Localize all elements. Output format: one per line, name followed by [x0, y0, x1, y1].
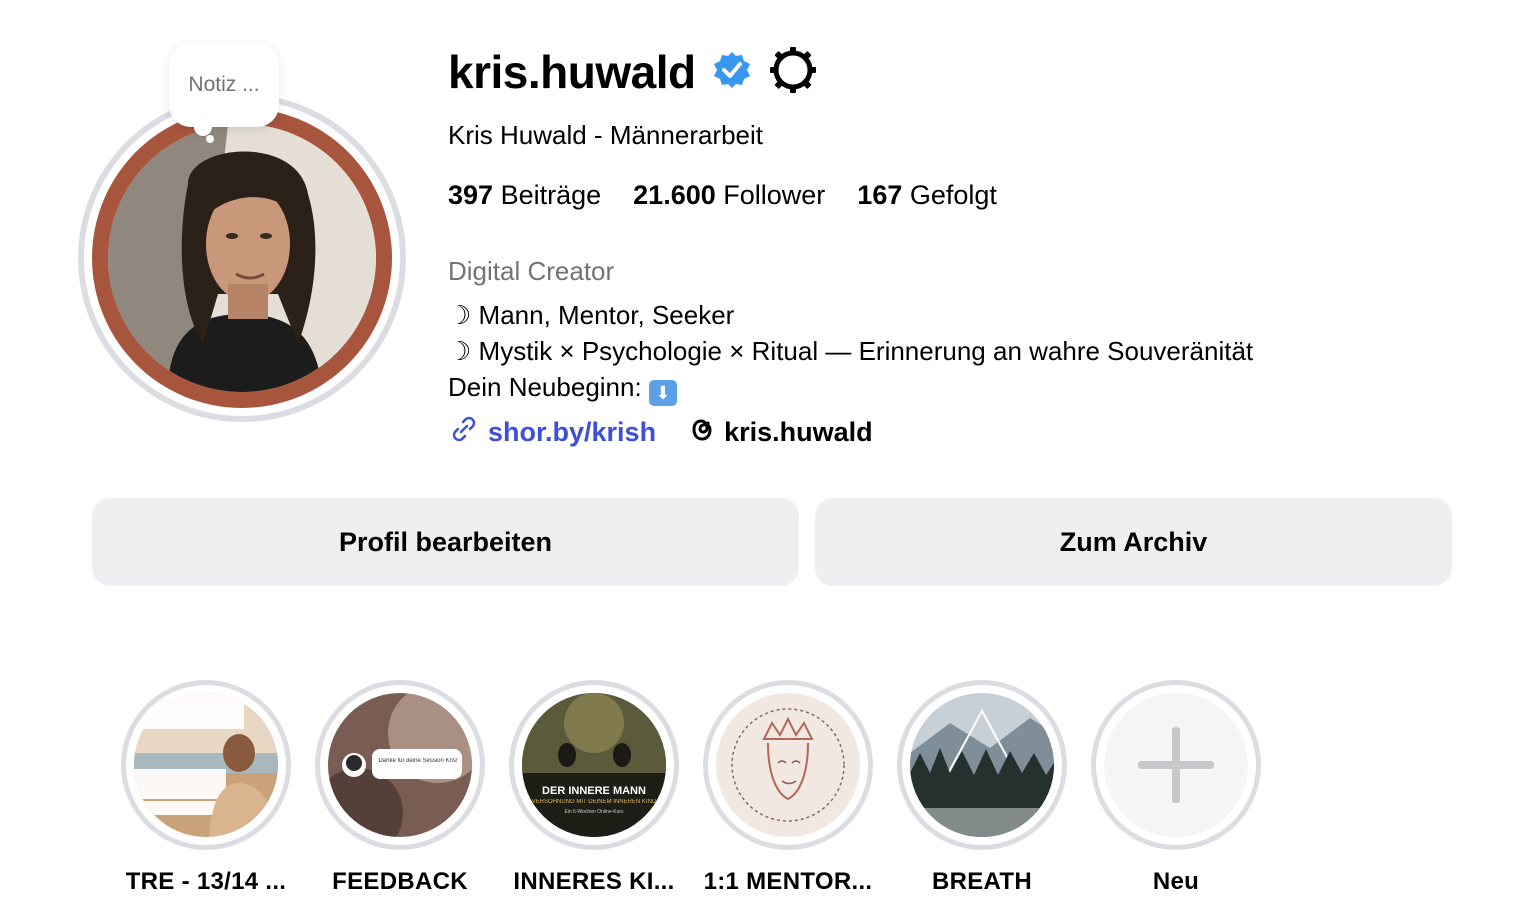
threads-handle: kris.huwald: [724, 416, 873, 447]
highlight-image-text: Danke für deine Session Kris!: [378, 758, 458, 764]
note-label: Notiz ...: [188, 73, 260, 96]
bio-line-2: ☽ Mystik × Psychologie × Ritual — Erinne…: [448, 336, 1254, 366]
link-icon: [448, 413, 480, 452]
threads-icon: [686, 413, 716, 452]
highlight-label-new: Neu: [1152, 868, 1200, 895]
profile-category: Digital Creator: [448, 256, 615, 286]
archive-button[interactable]: Zum Archiv: [815, 498, 1452, 586]
profile-page: Notiz ... kris.huwald Kris Huwald - Männ…: [0, 0, 1530, 922]
note-bubble-tail: [194, 118, 212, 136]
highlight-item[interactable]: DER INNERE MANN VERSÖHNUNG MIT DEINEM IN…: [508, 680, 680, 896]
new-highlight-circle: [1104, 693, 1248, 837]
plus-icon: [1138, 727, 1214, 803]
highlight-item[interactable]: BREATH: [896, 680, 1068, 896]
threads-link[interactable]: kris.huwald: [686, 413, 873, 452]
highlight-cover-forest-triangle: [910, 693, 1054, 837]
highlight-label: FEEDBACK: [332, 868, 468, 895]
username: kris.huwald: [448, 46, 696, 98]
down-arrow-emoji-icon: ⬇: [648, 380, 677, 406]
stat-posts[interactable]: 397 Beiträge: [448, 180, 601, 211]
edit-profile-button[interactable]: Profil bearbeiten: [92, 498, 799, 586]
bio-line-1: ☽ Mann, Mentor, Seeker: [448, 300, 735, 330]
verified-badge-icon: [712, 50, 752, 95]
highlight-cover-forest-meditation: DER INNERE MANN VERSÖHNUNG MIT DEINEM IN…: [522, 693, 666, 837]
highlight-label: 1:1 MENTOR...: [703, 868, 873, 895]
highlight-label: INNERES KI...: [513, 868, 675, 895]
highlight-label: BREATH: [931, 868, 1032, 895]
profile-links: shor.by/krish kris.huwald: [448, 412, 873, 452]
website-url: shor.by/krish: [488, 416, 657, 447]
website-link[interactable]: shor.by/krish: [448, 413, 656, 452]
new-highlight-button[interactable]: Neu: [1090, 680, 1262, 896]
highlight-cover-king-illustration: [716, 693, 860, 837]
username-row: kris.huwald: [448, 40, 818, 104]
highlight-image-title: DER INNERE MANN: [542, 785, 646, 797]
stat-followers[interactable]: 21.600 Follower: [633, 180, 825, 211]
stat-following[interactable]: 167 Gefolgt: [857, 180, 997, 211]
highlight-item[interactable]: TRE - 13/14 ...: [120, 680, 292, 896]
highlight-image-small: Ein 6-Wochen Online-Kurs: [564, 809, 624, 815]
avatar-photo: [108, 124, 376, 392]
highlight-cover-chat-bubble: Danke für deine Session Kris!: [328, 693, 472, 837]
highlight-cover-man-beach: [134, 693, 278, 837]
highlight-image-subtitle: VERSÖHNUNG MIT DEINEM INNEREN KIND: [531, 799, 657, 805]
highlight-label: TRE - 13/14 ...: [125, 868, 287, 895]
highlight-item[interactable]: 1:1 MENTOR...: [702, 680, 874, 896]
bio-line-3: Dein Neubeginn: ⬇: [448, 372, 677, 406]
settings-gear-icon[interactable]: [768, 45, 818, 100]
avatar-portrait-image: [108, 124, 376, 392]
full-name: Kris Huwald - Männerarbeit: [448, 120, 764, 150]
note-bubble-tail-small: [206, 135, 214, 143]
profile-stats: 397 Beiträge 21.600 Follower 167 Gefolgt: [448, 180, 997, 211]
profile-avatar[interactable]: [78, 94, 406, 422]
highlight-item[interactable]: Danke für deine Session Kris! FEEDBACK: [314, 680, 486, 896]
note-bubble[interactable]: Notiz ...: [169, 43, 279, 127]
